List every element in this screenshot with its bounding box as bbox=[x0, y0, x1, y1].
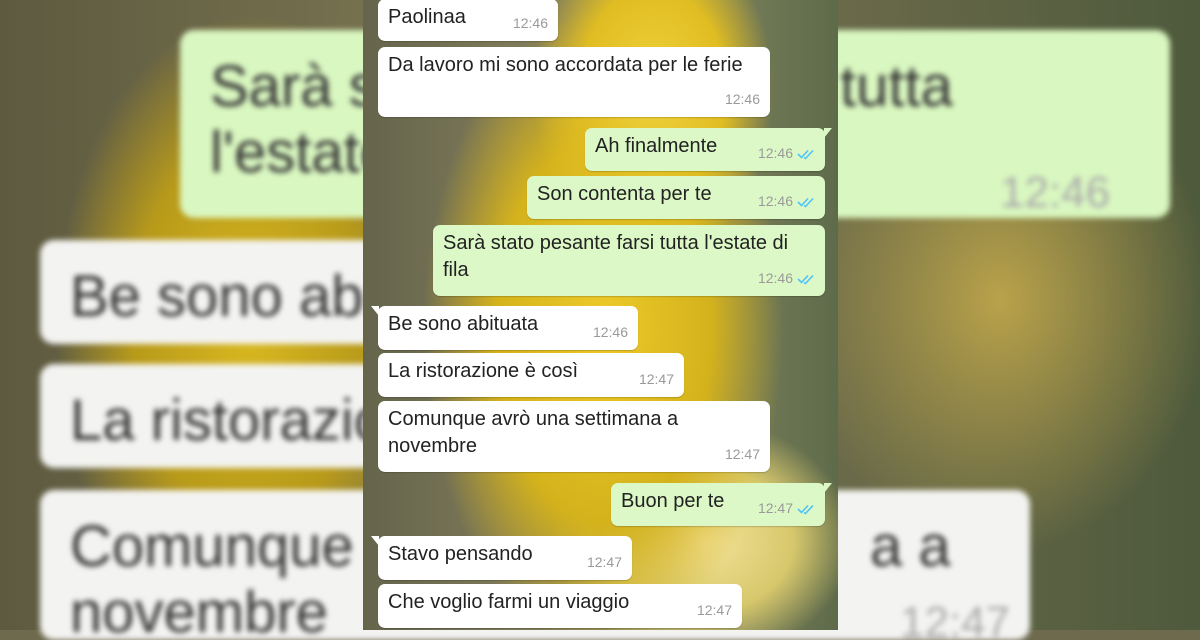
message-incoming[interactable]: Che voglio farmi un viaggio 12:47 bbox=[378, 584, 742, 628]
message-time: 12:47 bbox=[757, 500, 793, 516]
message-time: 12:46 bbox=[512, 15, 548, 31]
message-time: 12:46 bbox=[724, 91, 760, 107]
echo-time: 12:46 bbox=[1000, 168, 1111, 217]
message-time: 12:47 bbox=[696, 602, 732, 618]
echo-text: a a bbox=[870, 514, 951, 579]
message-incoming[interactable]: Be sono abituata 12:46 bbox=[371, 306, 638, 350]
double-check-read-icon bbox=[797, 197, 814, 208]
message-text: Comunque avrò una settimana a novembre bbox=[388, 408, 679, 457]
background-echo-incoming: La ristorazio bbox=[40, 364, 380, 468]
echo-text: La ristorazio bbox=[70, 388, 380, 453]
message-time: 12:47 bbox=[724, 446, 760, 462]
message-time: 12:47 bbox=[638, 371, 674, 387]
message-outgoing[interactable]: Ah finalmente 12:46 bbox=[585, 128, 832, 171]
message-time: 12:47 bbox=[586, 554, 622, 570]
message-text: Da lavoro mi sono accordata per le ferie bbox=[388, 54, 743, 76]
message-outgoing[interactable]: Buon per te 12:47 bbox=[611, 483, 832, 526]
message-time: 12:46 bbox=[757, 145, 793, 161]
message-text: Che voglio farmi un viaggio bbox=[388, 591, 630, 613]
double-check-read-icon bbox=[797, 149, 814, 160]
double-check-read-icon bbox=[797, 274, 814, 285]
echo-time: 12:47 bbox=[900, 598, 1011, 640]
message-incoming[interactable]: Comunque avrò una settimana a novembre 1… bbox=[378, 401, 770, 472]
echo-text: Sarà s bbox=[210, 54, 378, 119]
double-check-read-icon bbox=[797, 504, 814, 515]
message-incoming[interactable]: Paolinaa 12:46 bbox=[378, 0, 558, 41]
echo-text: novembre bbox=[70, 580, 328, 640]
message-outgoing[interactable]: Son contenta per te 12:46 bbox=[527, 176, 825, 219]
message-time: 12:46 bbox=[592, 324, 628, 340]
background-echo-incoming: Be sono abi bbox=[40, 240, 380, 344]
echo-text: Comunque bbox=[70, 514, 354, 579]
message-outgoing[interactable]: Sarà stato pesante farsi tutta l'estate … bbox=[433, 225, 825, 296]
message-incoming[interactable]: Da lavoro mi sono accordata per le ferie… bbox=[378, 47, 770, 117]
echo-text: tutta bbox=[840, 54, 953, 119]
chat-screen: Paolinaa 12:46 Da lavoro mi sono accorda… bbox=[363, 0, 838, 630]
message-incoming[interactable]: Stavo pensando 12:47 bbox=[371, 536, 632, 580]
message-incoming[interactable]: La ristorazione è così 12:47 bbox=[378, 353, 684, 397]
echo-text: Be sono abi bbox=[70, 264, 377, 329]
message-text: La ristorazione è così bbox=[388, 360, 579, 382]
message-time: 12:46 bbox=[757, 193, 793, 209]
message-time: 12:46 bbox=[757, 270, 793, 286]
